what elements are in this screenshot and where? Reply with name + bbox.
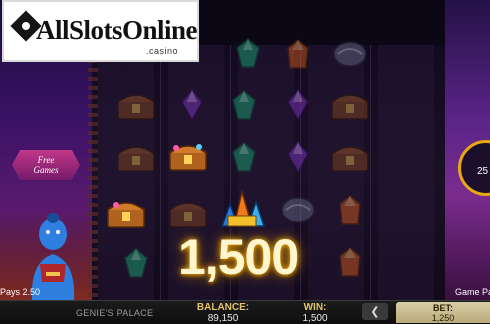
- free-spins-value: 25: [477, 166, 489, 177]
- game-pays-label-right: Game Pa: [455, 287, 490, 297]
- treasure-chest-icon: [169, 202, 207, 228]
- free-games-badge: Free Games: [12, 150, 80, 180]
- game-title: GENIE'S PALACE: [76, 308, 154, 318]
- purple-gem-icon: [287, 140, 309, 174]
- treasure-chest-icon: [331, 94, 369, 120]
- green-gem-icon: [236, 38, 260, 68]
- orange-gem-icon: [339, 247, 361, 277]
- treasure-chest-icon: [117, 146, 155, 172]
- logo-suffix-text: .casino: [146, 46, 179, 56]
- magic-lamp-icon: [281, 197, 315, 223]
- treasure-chest-icon: [331, 146, 369, 172]
- purple-gem-icon: [181, 88, 203, 122]
- green-gem-icon: [232, 142, 256, 172]
- reel-divider: [160, 45, 161, 300]
- orange-gem-icon: [339, 195, 361, 225]
- magic-lamp-icon: [333, 41, 367, 67]
- balance-value: 89,150: [207, 313, 239, 324]
- win-label: WIN:: [303, 302, 327, 313]
- bet-selector[interactable]: BET: 1,250: [396, 302, 490, 323]
- free-games-label: Free Games: [33, 155, 59, 175]
- treasure-chest-icon: [107, 202, 145, 228]
- casino-logo: AllSlotsOnline .casino: [2, 0, 199, 62]
- green-gem-icon: [232, 90, 256, 120]
- logo-brand-text: AllSlotsOnline: [36, 15, 198, 45]
- bet-value: 1,250: [431, 313, 455, 323]
- purple-gem-icon: [287, 88, 309, 122]
- green-gem-icon: [124, 248, 148, 278]
- pays-label-left: Pays 2.50: [0, 287, 41, 297]
- reel-column: [378, 45, 434, 300]
- orange-gem-icon: [287, 39, 309, 69]
- treasure-chest-icon: [169, 144, 207, 171]
- win-amount-display: 1,500: [178, 229, 299, 285]
- decrease-bet-button[interactable]: ❮: [362, 303, 388, 320]
- treasure-chest-icon: [117, 94, 155, 120]
- bet-label: BET:: [433, 303, 453, 313]
- payline-markers: [88, 50, 98, 300]
- gem-pile-icon: [220, 189, 266, 227]
- win-value: 1,500: [302, 313, 328, 324]
- balance-label: BALANCE:: [196, 302, 250, 313]
